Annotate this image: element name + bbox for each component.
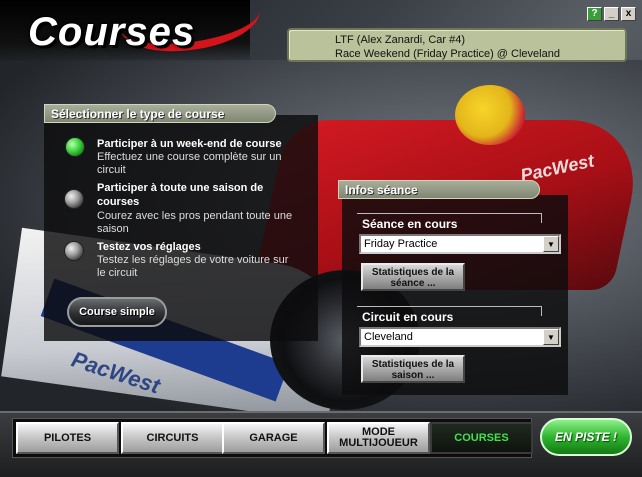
race-type-title: Sélectionner le type de course bbox=[44, 104, 276, 123]
session-info-title: Infos séance bbox=[338, 180, 540, 199]
radio-full-season[interactable] bbox=[64, 189, 84, 209]
chevron-down-icon[interactable]: ▼ bbox=[543, 329, 559, 345]
option-race-weekend-description: Effectuez une course complète sur un cir… bbox=[97, 151, 282, 176]
tab-pilotes[interactable]: PILOTES bbox=[16, 422, 119, 454]
option-full-season-description: Courez avec les pros pendant toute une s… bbox=[97, 210, 293, 235]
chevron-down-icon[interactable]: ▼ bbox=[543, 236, 559, 252]
track-select-value: Cleveland bbox=[364, 331, 413, 343]
session-select-value: Friday Practice bbox=[364, 238, 438, 250]
minimize-button[interactable]: _ bbox=[604, 7, 619, 21]
option-race-weekend-title: Participer à un week-end de course bbox=[97, 138, 282, 150]
current-track-label: Circuit en cours bbox=[362, 310, 454, 324]
tab-circuits[interactable]: CIRCUITS bbox=[121, 422, 224, 454]
tab-garage[interactable]: GARAGE bbox=[222, 422, 325, 454]
window-controls: ? _ x bbox=[587, 7, 636, 21]
screen-logo-title: Courses bbox=[28, 10, 196, 54]
current-session-label: Séance en cours bbox=[362, 217, 458, 231]
game-screen: PacWest PacWest Courses ? _ x LTF (Alex … bbox=[0, 0, 642, 477]
track-select[interactable]: Cleveland ▼ bbox=[359, 327, 561, 347]
season-stats-button[interactable]: Statistiques de la saison ... bbox=[361, 355, 465, 383]
radio-race-weekend[interactable] bbox=[65, 137, 85, 157]
status-line-driver: LTF (Alex Zanardi, Car #4) bbox=[335, 34, 466, 46]
session-stats-button[interactable]: Statistiques de la séance ... bbox=[361, 263, 465, 291]
session-select[interactable]: Friday Practice ▼ bbox=[359, 234, 561, 254]
tab-multiplayer[interactable]: MODE MULTIJOUEUR bbox=[327, 422, 430, 454]
option-test-setup-description: Testez les réglages de votre voiture sur… bbox=[97, 254, 289, 279]
go-to-track-button[interactable]: EN PISTE ! bbox=[540, 418, 632, 456]
radio-test-setup[interactable] bbox=[64, 241, 84, 261]
option-full-season-title: Participer à toute une saison de courses bbox=[97, 182, 264, 208]
tab-courses[interactable]: COURSES bbox=[430, 422, 533, 454]
close-button[interactable]: x bbox=[621, 7, 636, 21]
driver-status-box: LTF (Alex Zanardi, Car #4) Race Weekend … bbox=[287, 28, 627, 62]
background-driver-helmet bbox=[455, 85, 525, 145]
simple-race-button[interactable]: Course simple bbox=[67, 297, 167, 327]
help-button[interactable]: ? bbox=[587, 7, 602, 21]
status-line-event: Race Weekend (Friday Practice) @ Clevela… bbox=[335, 48, 560, 60]
option-test-setup-title: Testez vos réglages bbox=[97, 241, 201, 253]
